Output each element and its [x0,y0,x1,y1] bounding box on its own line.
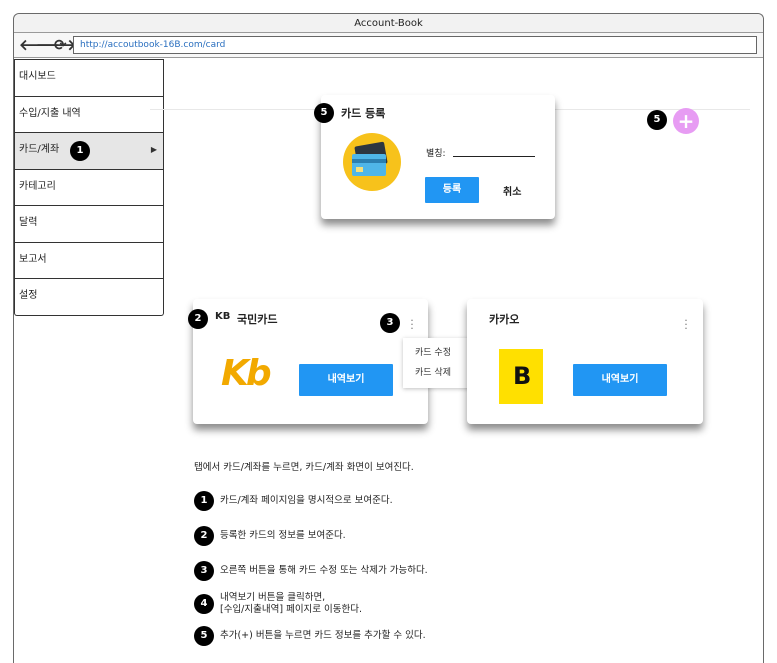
sidebar-item-label: 카테고리 [19,180,56,192]
credit-card-icon [343,133,401,191]
sidebar-item-transactions[interactable]: 수입/지출 내역 [15,95,163,133]
alias-input[interactable] [453,147,535,157]
sidebar-item-calendar[interactable]: 달력 [15,205,163,242]
reload-icon[interactable]: ⟳ [54,36,67,54]
annotation-badge-2: 2 [188,309,208,329]
chevron-right-icon: ▶ [150,145,157,154]
sidebar-item-cards[interactable]: 카드/계좌 1 ▶ [15,132,163,169]
kakao-logo: B [499,349,543,404]
sidebar-item-label: 달력 [19,217,38,228]
annotation-badge-5: 5 [647,110,667,130]
menu-item-delete-card[interactable]: 카드 삭제 [403,363,476,383]
kebab-menu-icon[interactable]: · · · [409,315,415,334]
menu-item-edit-card[interactable]: 카드 수정 [403,343,476,363]
annotation-badge-5: 5 [194,626,214,646]
description-text: 카드/계좌 페이지임을 명시적으로 보여준다. [220,495,393,506]
card-item-kakao: 카카오 · · · B 내역보기 [467,299,703,424]
view-history-button[interactable]: 내역보기 [573,364,667,396]
sidebar-item-category[interactable]: 카테고리 [15,168,163,206]
card-context-menu: 카드 수정 카드 삭제 [403,338,476,388]
annotation-badge-3: 3 [380,313,400,333]
kakao-logo-letter: B [513,362,532,390]
view-history-button[interactable]: 내역보기 [299,364,393,396]
sidebar-item-settings[interactable]: 설정 [15,278,163,315]
annotation-badge-2: 2 [194,526,214,546]
kebab-menu-icon[interactable]: · · · [683,315,689,334]
card-name: 국민카드 [237,313,278,326]
annotation-badge-1: 1 [70,141,90,161]
add-card-button[interactable]: + [673,108,699,134]
annotation-badge-1: 1 [194,491,214,511]
address-bar: 🡐 🡒 ⟳ http://accoutbook-16B.com/card [14,33,763,58]
popup-title: 카드 등록 [341,107,386,120]
card-item-kb: 2 KB 국민카드 3 ··· Kb 4 내역보기 [188,299,428,424]
sidebar-item-label: 카드/계좌 [19,144,60,155]
register-button[interactable]: 등록 [425,177,479,203]
url-input[interactable]: http://accoutbook-16B.com/card [73,36,757,54]
description-text: [수입/지출내역] 페이지로 이동한다. [220,604,363,615]
description-text: 오른쪽 버튼을 통해 카드 수정 또는 삭제가 가능하다. [220,565,428,576]
sidebar-item-dashboard[interactable]: 대시보드 [15,59,163,96]
annotation-badge-3: 3 [194,561,214,581]
annotation-badge-4: 4 [194,594,214,614]
sidebar: 대시보드 수입/지출 내역 카드/계좌 1 ▶ 카테고리 달력 보고서 설정 [14,59,164,316]
kb-logo: Kb [221,353,272,394]
cancel-button[interactable]: 취소 [503,183,521,198]
window-title: Account-Book [14,14,763,33]
card-register-popup: 5 카드 등록 별칭: 등록 취소 [314,95,555,219]
description-text: 내역보기 버튼을 클릭하면, [220,592,326,603]
sidebar-item-report[interactable]: 보고서 [15,241,163,279]
description-text: 추가(+) 버튼을 누르면 카드 정보를 추가할 수 있다. [220,630,426,641]
annotation-badge-5: 5 [314,103,334,123]
card-name: 카카오 [489,313,520,326]
card-brand: KB [215,311,231,322]
sidebar-item-label: 수입/지출 내역 [19,107,81,119]
description-intro: 탭에서 카드/계좌를 누르면, 카드/계좌 화면이 보여진다. [194,462,414,473]
sidebar-item-label: 대시보드 [19,71,56,82]
alias-label: 별칭: [426,149,446,159]
sidebar-item-label: 보고서 [19,253,47,265]
description-text: 등록한 카드의 정보를 보여준다. [220,530,346,541]
sidebar-item-label: 설정 [19,290,38,301]
